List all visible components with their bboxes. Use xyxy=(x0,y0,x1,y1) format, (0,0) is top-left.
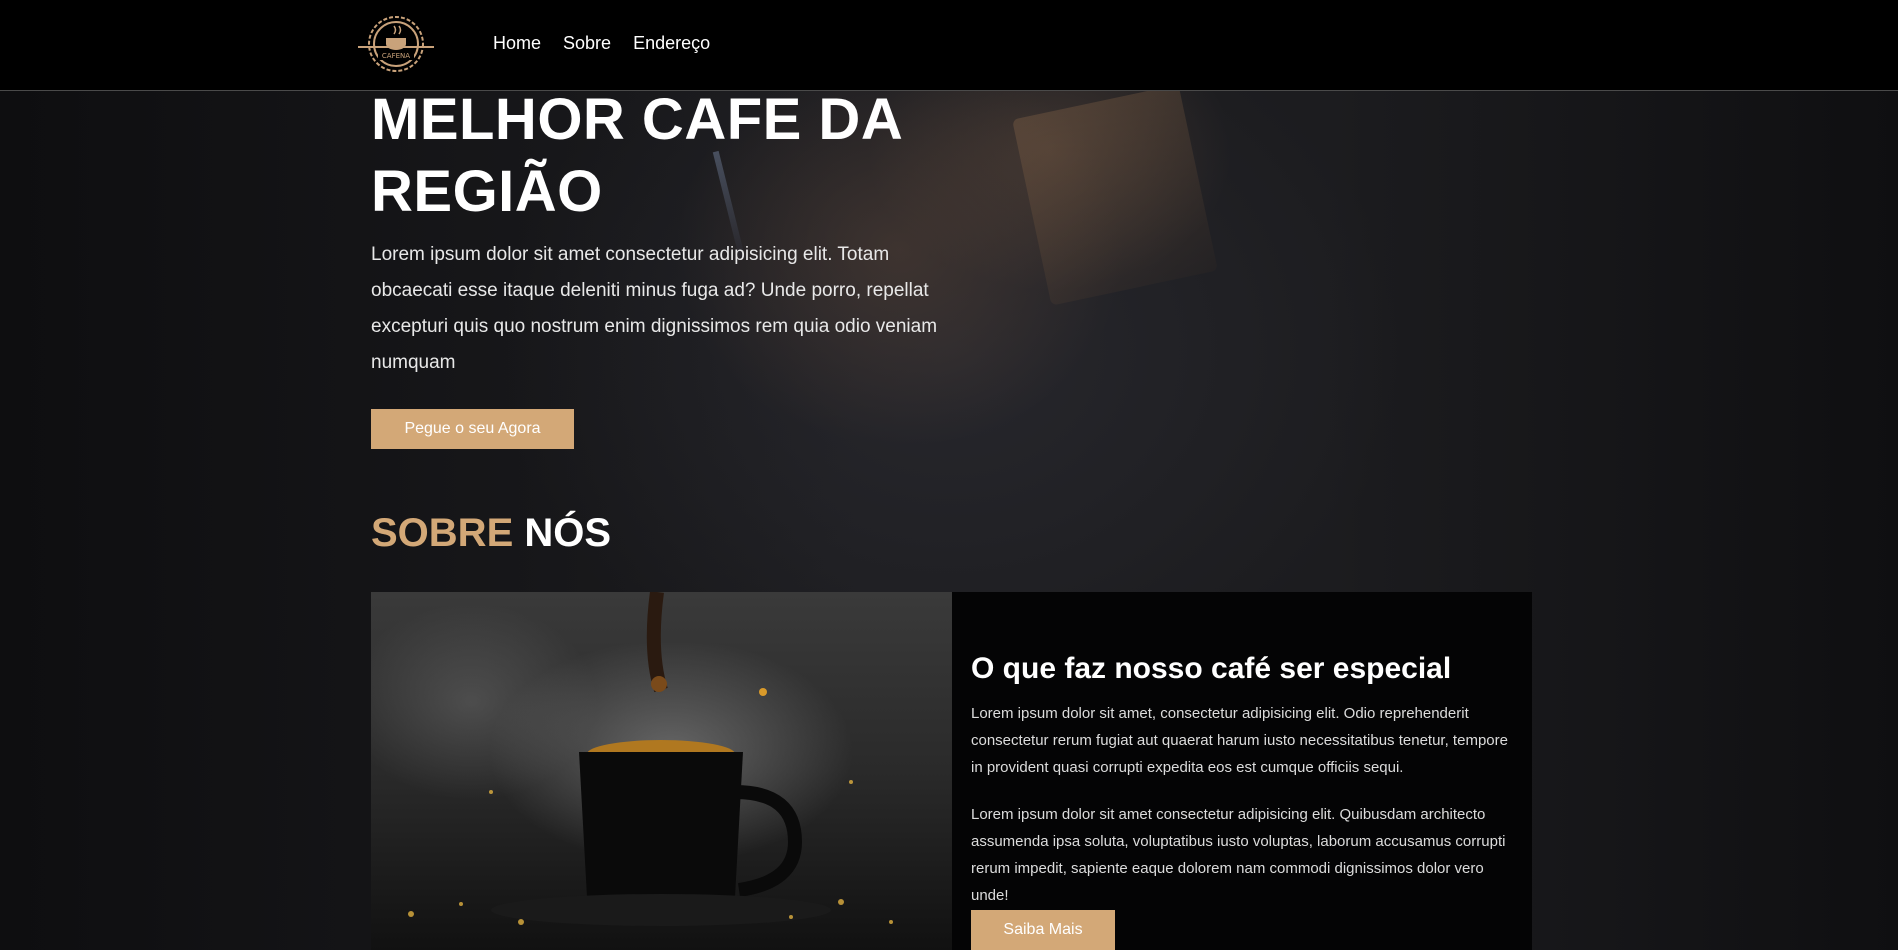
about-title-sobre: SOBRE xyxy=(371,511,514,555)
background-cup xyxy=(1012,84,1218,306)
site-header: CAFENA Home Sobre Endereço xyxy=(0,0,1898,91)
coffee-cup-image xyxy=(371,592,952,950)
card-paragraph-1: Lorem ipsum dolor sit amet, consectetur … xyxy=(971,705,1508,776)
about-section-title: SOBRE NÓS xyxy=(371,511,611,556)
logo-text: CAFENA xyxy=(382,52,410,60)
card-title: O que faz nosso café ser especial xyxy=(971,652,1452,685)
about-title-nos: NÓS xyxy=(524,511,612,555)
nav-sobre-link[interactable]: Sobre xyxy=(563,33,611,54)
learn-more-button[interactable]: Saiba Mais xyxy=(971,910,1115,950)
card-paragraph-2: Lorem ipsum dolor sit amet consectetur a… xyxy=(971,806,1506,904)
hero-title-line1: MELHOR CAFE DA xyxy=(371,87,904,152)
get-yours-now-button[interactable]: Pegue o seu Agora xyxy=(371,409,574,449)
nav-endereco-link[interactable]: Endereço xyxy=(633,33,710,54)
main-nav: Home Sobre Endereço xyxy=(493,33,732,54)
about-card: O que faz nosso café ser especial Lorem … xyxy=(952,592,1532,950)
hero-description: Lorem ipsum dolor sit amet consectetur a… xyxy=(371,244,938,373)
nav-home-link[interactable]: Home xyxy=(493,33,541,54)
cafena-logo[interactable]: CAFENA xyxy=(358,10,434,76)
hero-title-line2: REGIÃO xyxy=(371,159,603,224)
hero-title: MELHOR CAFE DA REGIÃO xyxy=(371,84,991,228)
